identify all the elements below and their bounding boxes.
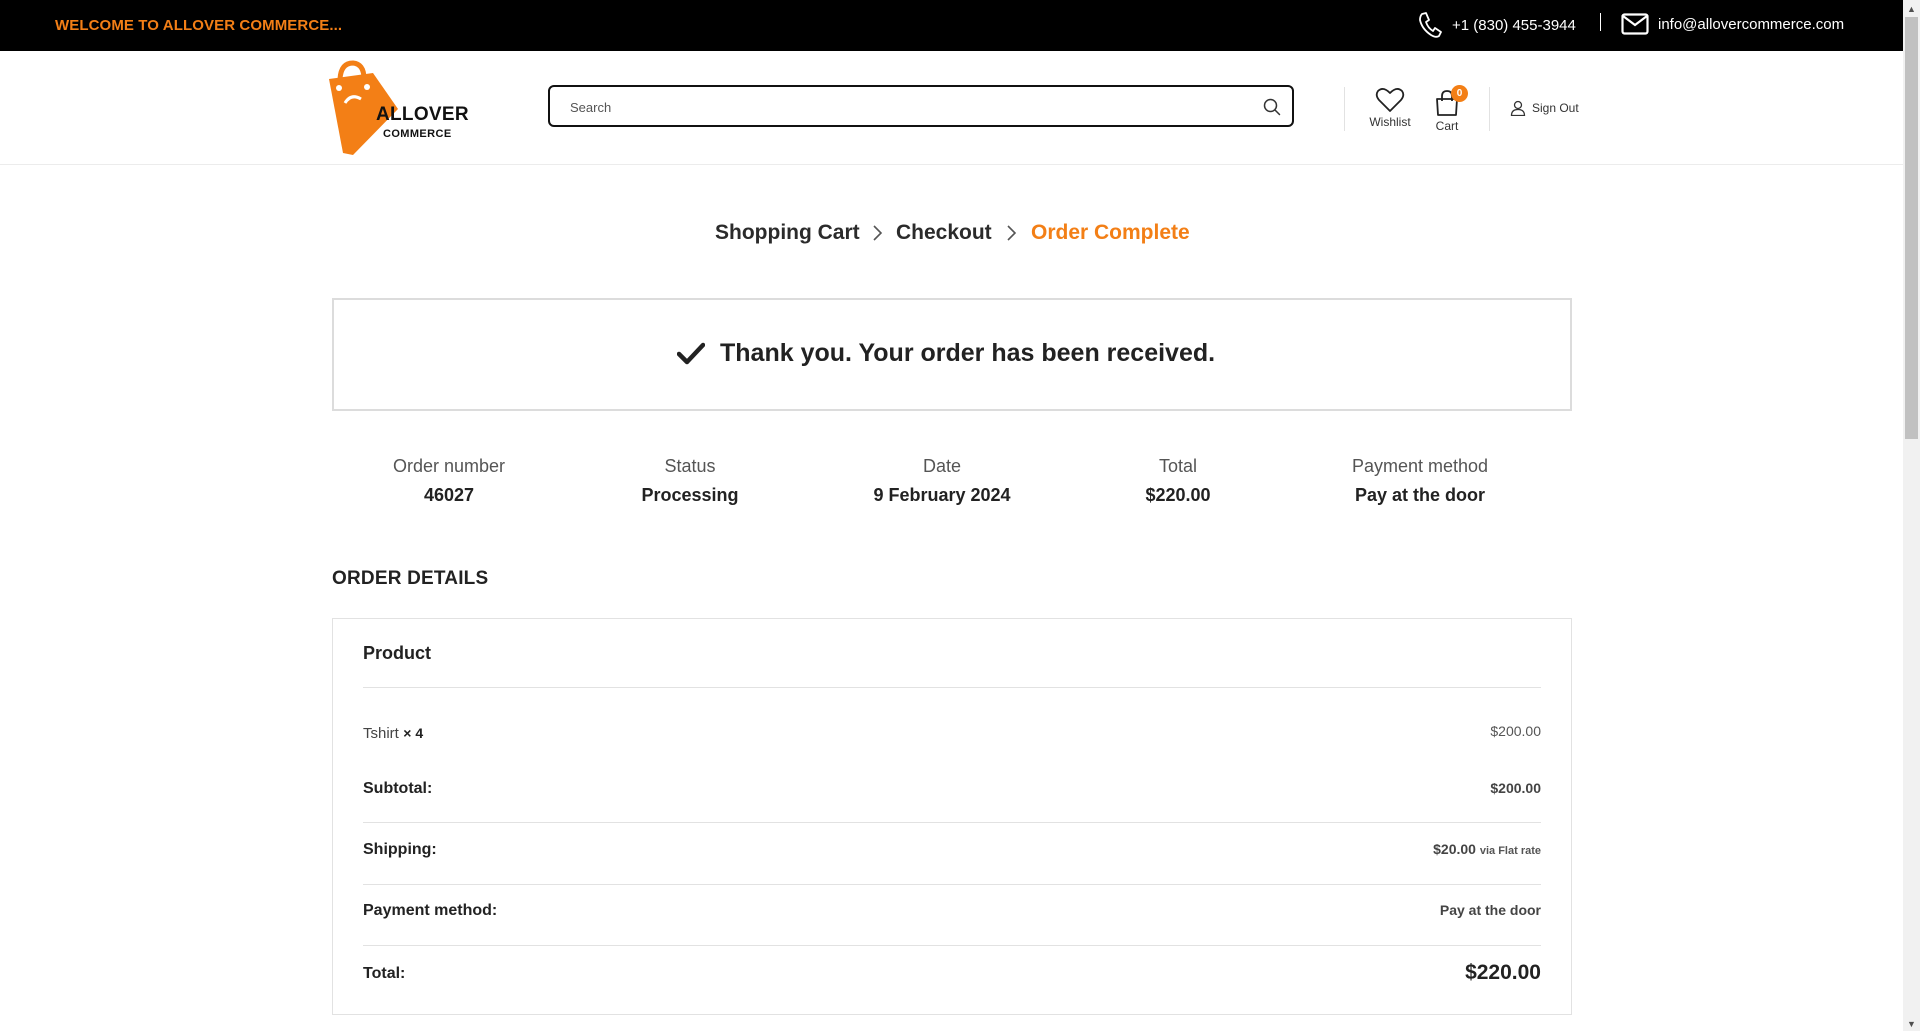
order-details-table: Product Tshirt × 4 $200.00 Subtotal: $20… <box>332 618 1572 1015</box>
payment-method-value: Pay at the door <box>1354 485 1486 505</box>
topbar-divider <box>1600 13 1601 31</box>
date-value: 9 February 2024 <box>873 485 1011 505</box>
thank-you-message: Thank you. Your order has been received. <box>720 339 1216 367</box>
search-input[interactable] <box>568 95 1232 119</box>
order-number-label: Order number <box>392 456 506 476</box>
order-number-value: 46027 <box>423 485 475 505</box>
cart-count-badge: 0 <box>1451 85 1468 102</box>
header-divider <box>1344 87 1345 131</box>
overview-total: Total $220.00 <box>1068 456 1288 506</box>
cart-label: Cart <box>1435 119 1459 133</box>
order-overview: Order number 46027 Status Processing Dat… <box>332 456 1572 516</box>
cart-button[interactable]: 0 Cart <box>1425 85 1469 135</box>
shipping-value: $20.00 <box>1433 841 1476 857</box>
checkmark-icon <box>677 342 705 365</box>
step-checkout[interactable]: Checkout <box>896 221 992 245</box>
product-name-link[interactable]: Tshirt <box>363 725 399 742</box>
logo-subtitle: COMMERCE <box>383 128 452 140</box>
shipping-method-note: via Flat rate <box>1479 845 1541 857</box>
date-label: Date <box>922 456 962 476</box>
user-icon <box>1510 100 1526 116</box>
shipping-value-group: $20.00 via Flat rate <box>1433 841 1541 857</box>
top-bar: WELCOME TO ALLOVER COMMERCE... +1 (830) … <box>0 0 1903 51</box>
order-received-notice: Thank you. Your order has been received. <box>332 298 1572 411</box>
search-icon[interactable] <box>1263 98 1281 116</box>
overview-payment-method: Payment method Pay at the door <box>1310 456 1530 506</box>
shipping-label: Shipping: <box>363 841 437 858</box>
table-divider <box>363 687 1541 688</box>
wishlist-button[interactable]: Wishlist <box>1365 87 1415 135</box>
overview-order-number: Order number 46027 <box>339 456 559 506</box>
search-bar <box>548 85 1294 127</box>
product-quantity: × 4 <box>403 725 424 741</box>
overview-date: Date 9 February 2024 <box>832 456 1052 506</box>
table-row-shipping: Shipping: $20.00 via Flat rate <box>363 841 1541 871</box>
table-row-total: Total: $220.00 <box>363 961 1541 992</box>
payment-method-row-value: Pay at the door <box>1439 902 1541 918</box>
table-divider <box>363 945 1541 946</box>
wishlist-label: Wishlist <box>1369 115 1411 129</box>
chevron-right-icon <box>873 225 883 241</box>
page-scrollbar[interactable]: ▲ ▼ <box>1903 0 1920 1031</box>
step-order-complete: Order Complete <box>1031 221 1190 244</box>
overview-status: Status Processing <box>580 456 800 506</box>
site-logo[interactable]: ALLOVER COMMERCE <box>323 57 469 157</box>
email-link[interactable]: info@allovercommerce.com <box>1658 16 1844 33</box>
phone-icon <box>1419 12 1442 38</box>
total-label: Total <box>1158 456 1198 476</box>
checkout-steps: Shopping Cart Checkout Order Complete <box>0 221 1903 251</box>
total-value: $220.00 <box>1145 485 1211 505</box>
heart-icon <box>1375 88 1405 112</box>
payment-method-label: Payment method <box>1351 456 1489 476</box>
header-divider <box>1489 87 1490 131</box>
payment-method-row-label: Payment method: <box>363 902 498 919</box>
total-row-label: Total: <box>363 965 406 982</box>
subtotal-label: Subtotal: <box>363 780 433 797</box>
scroll-up-icon[interactable]: ▲ <box>1907 4 1916 14</box>
status-label: Status <box>664 456 716 476</box>
scrollbar-thumb[interactable] <box>1905 17 1918 439</box>
status-value: Processing <box>641 485 739 505</box>
welcome-text: WELCOME TO ALLOVER COMMERCE... <box>55 17 343 34</box>
table-row-product: Tshirt × 4 $200.00 <box>363 723 1541 753</box>
table-divider <box>363 822 1541 823</box>
product-price: $200.00 <box>1490 723 1541 739</box>
chevron-right-icon <box>1007 225 1017 241</box>
scroll-down-icon[interactable]: ▼ <box>1907 1019 1916 1029</box>
step-shopping-cart[interactable]: Shopping Cart <box>715 221 860 245</box>
subtotal-value: $200.00 <box>1490 780 1541 796</box>
phone-link[interactable]: +1 (830) 455-3944 <box>1452 17 1576 34</box>
order-details-heading: ORDER DETAILS <box>332 568 489 589</box>
table-row-subtotal: Subtotal: $200.00 <box>363 780 1541 810</box>
sign-out-label: Sign Out <box>1532 101 1579 115</box>
table-divider <box>363 884 1541 885</box>
product-column-header: Product <box>363 643 432 663</box>
site-header: ALLOVER COMMERCE Wishlist 0 Cart Sign Ou… <box>0 51 1903 165</box>
total-row-value: $220.00 <box>1465 961 1541 984</box>
logo-wordmark: ALLOVER <box>376 104 469 125</box>
mail-icon <box>1621 13 1649 35</box>
table-row-payment-method: Payment method: Pay at the door <box>363 902 1541 932</box>
